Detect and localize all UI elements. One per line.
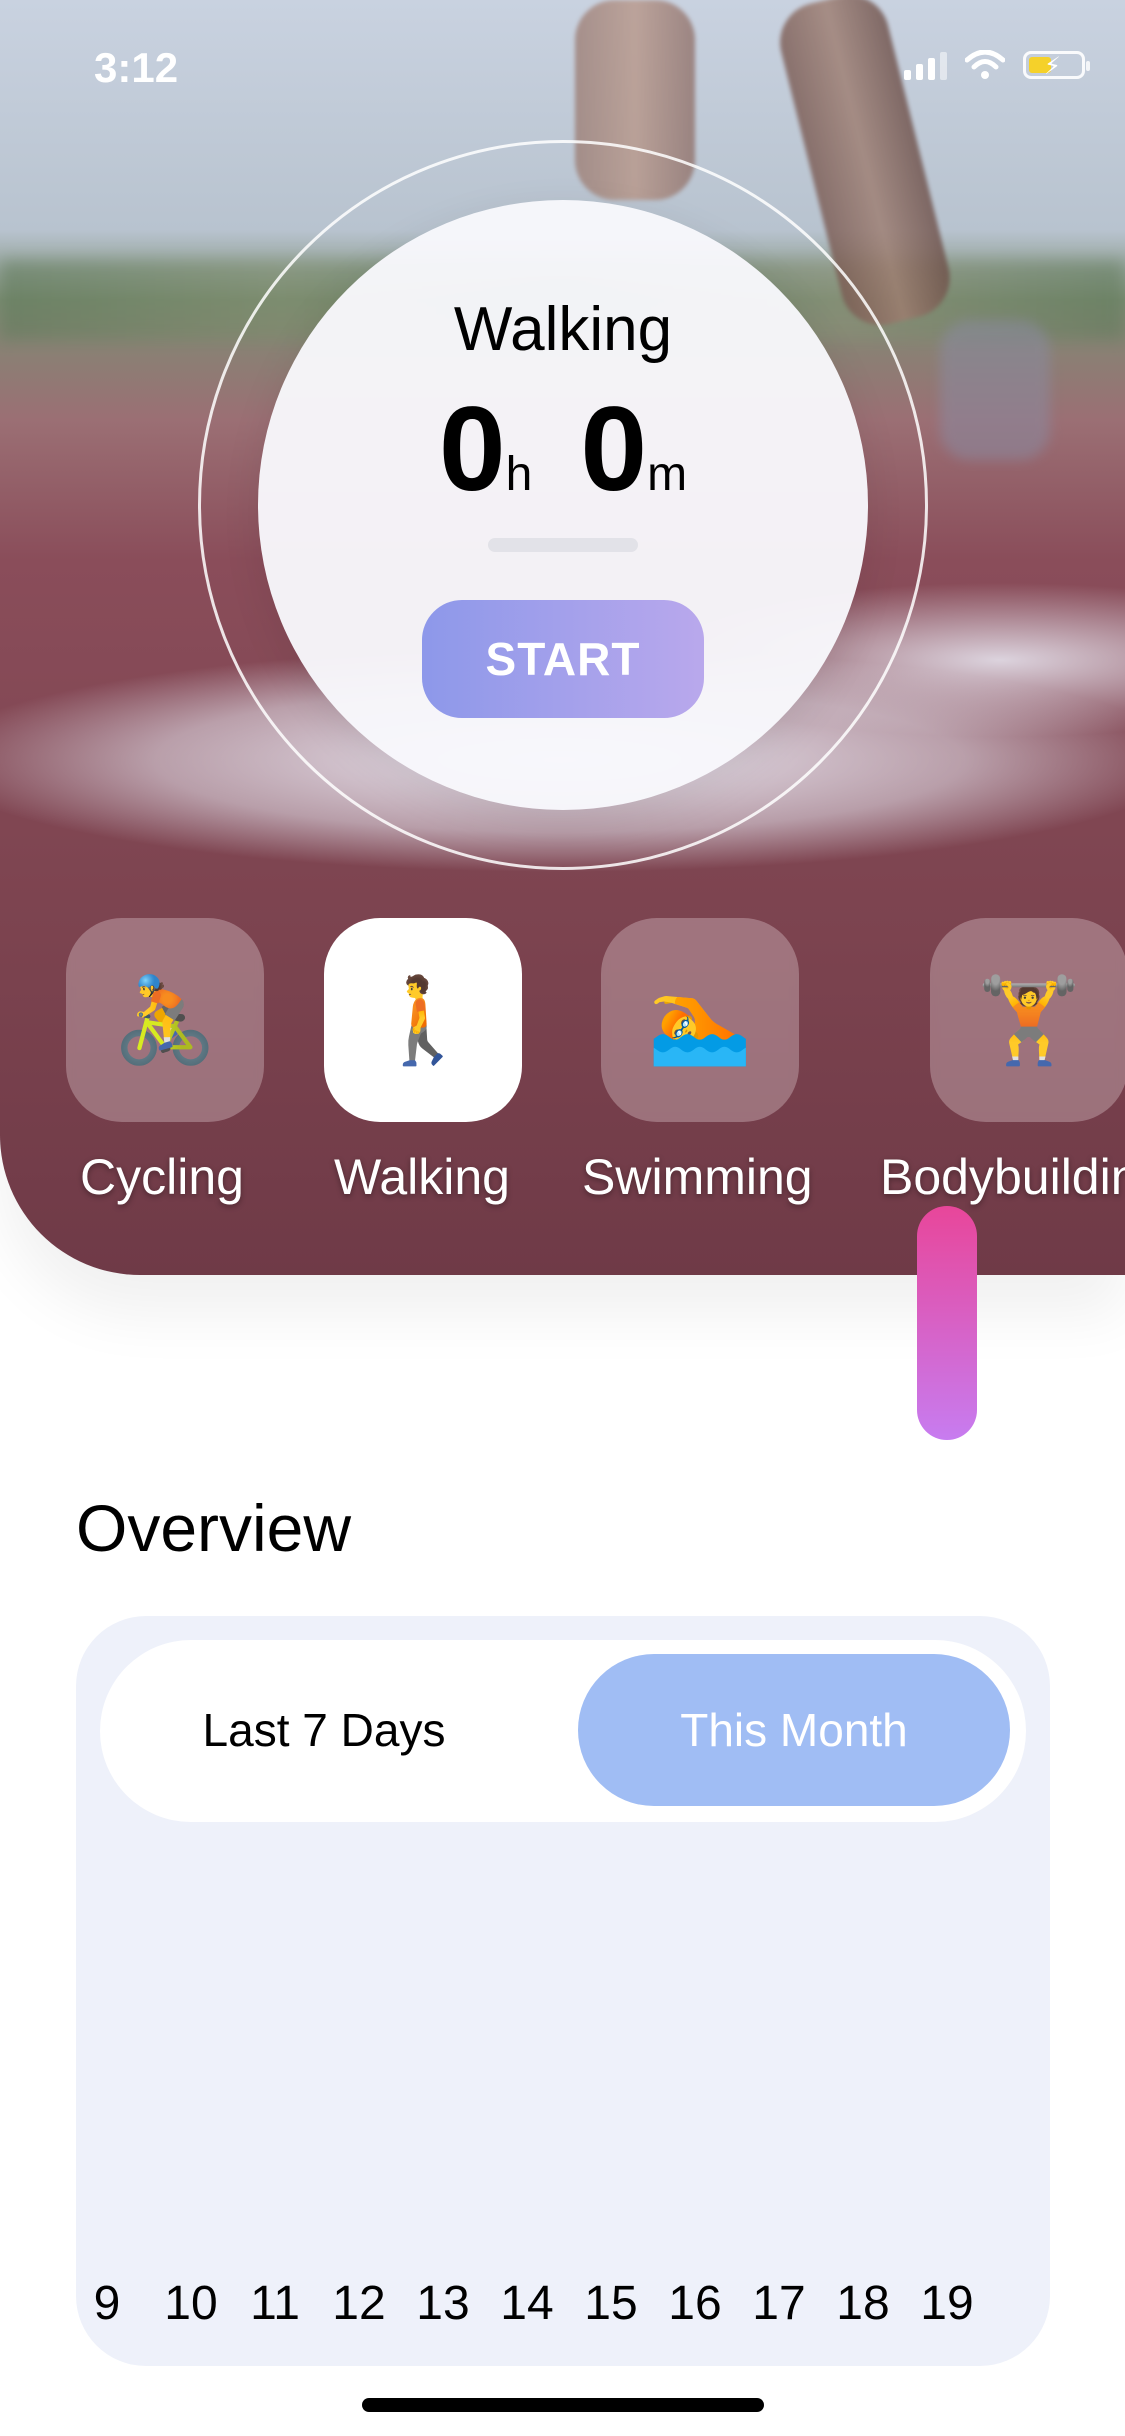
chart-bar	[917, 1206, 977, 1440]
status-time: 3:12	[94, 44, 179, 91]
timer-disk: Walking 0h 0m START	[258, 200, 868, 810]
activity-label-bodybuilding[interactable]: Bodybuildin	[880, 1148, 1125, 1206]
overview-card: Last 7 Days This Month 9 10 11 12 13 14 15 16 17…	[76, 1206, 1050, 2366]
battery-icon: ⚡	[1023, 51, 1090, 80]
minutes-value: 0	[580, 382, 648, 516]
activity-tile-bodybuilding[interactable]: 🏋	[930, 918, 1125, 1122]
wifi-icon	[965, 50, 1005, 79]
walker-icon: 🚶	[370, 972, 476, 1067]
status-icons: ⚡	[904, 50, 1090, 80]
cellular-signal-icon	[904, 50, 947, 80]
activity-label-swimming[interactable]: Swimming	[582, 1148, 813, 1206]
x-tick-label: 9	[93, 2277, 121, 2330]
current-activity-title: Walking	[453, 295, 673, 364]
elapsed-time: 0h 0m	[258, 380, 868, 518]
start-button[interactable]: START	[422, 600, 704, 718]
cyclist-icon: 🚴	[112, 972, 218, 1067]
x-tick-label: 16	[668, 2277, 722, 2330]
x-tick-label: 17	[752, 2277, 806, 2330]
x-tick-label: 18	[836, 2277, 890, 2330]
swimmer-icon: 🏊	[647, 972, 753, 1067]
x-tick-label: 11	[250, 2277, 300, 2330]
activity-tile-swimming[interactable]: 🏊	[601, 918, 799, 1122]
activity-tile-walking[interactable]: 🚶	[324, 918, 522, 1122]
hours-unit: h	[505, 448, 533, 501]
minutes-unit: m	[647, 448, 688, 501]
x-tick-label: 15	[584, 2277, 638, 2330]
home-indicator[interactable]	[362, 2398, 764, 2412]
activity-label-walking[interactable]: Walking	[334, 1148, 510, 1206]
hero-panel: 3:12 ⚡ Walking 0h 0m START 🚴 🚶 🏊 🏋 Cycli…	[0, 0, 1125, 1275]
weightlifter-icon: 🏋	[976, 972, 1082, 1067]
background-runner-shoe	[940, 320, 1050, 460]
activity-tile-cycling[interactable]: 🚴	[66, 918, 264, 1122]
timer-progress-bar	[488, 538, 638, 552]
x-tick-label: 10	[164, 2277, 218, 2330]
x-tick-label: 12	[332, 2277, 386, 2330]
x-tick-label: 13	[416, 2277, 470, 2330]
activity-label-cycling[interactable]: Cycling	[80, 1148, 244, 1206]
x-tick-label: 14	[500, 2277, 554, 2330]
overview-title: Overview	[76, 1491, 352, 1565]
x-tick-label: 19	[920, 2277, 974, 2330]
activity-bar-chart: 9 10 11 12 13 14 15 16 17 18 19	[76, 1206, 1050, 2366]
hours-value: 0	[438, 382, 506, 516]
